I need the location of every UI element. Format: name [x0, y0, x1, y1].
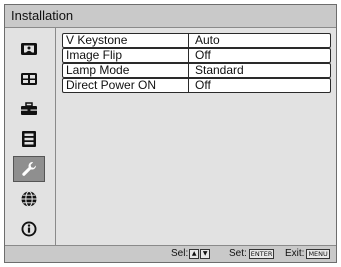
settings-panel: V Keystone Auto Image Flip Off Lamp Mode…: [56, 28, 336, 246]
setting-row-image-flip[interactable]: Image Flip Off: [62, 48, 331, 63]
sidebar-item-information[interactable]: [13, 216, 45, 242]
exit-guide: Exit: MENU: [285, 248, 330, 259]
select-label: Sel:: [171, 248, 189, 259]
category-sidebar: [5, 28, 56, 246]
screen-icon: [20, 72, 38, 86]
set-label: Set:: [229, 248, 247, 259]
setting-label: Lamp Mode: [63, 64, 189, 77]
up-arrow-icon: ▲: [189, 248, 200, 259]
wrench-icon: [20, 160, 38, 178]
exit-label: Exit:: [285, 248, 305, 259]
key-guide-bar: Sel: ▲ ▼ Set: ENTER Exit: MENU: [5, 245, 336, 262]
sidebar-item-menu[interactable]: [13, 126, 45, 152]
down-arrow-icon: ▼: [200, 248, 211, 259]
sidebar-item-screen[interactable]: [13, 66, 45, 92]
picture-icon: [20, 42, 38, 56]
setting-value: Auto: [195, 33, 220, 47]
toolbox-icon: [20, 102, 38, 116]
select-guide: Sel: ▲ ▼: [171, 248, 211, 259]
setting-value: Off: [195, 48, 211, 62]
setting-row-v-keystone[interactable]: V Keystone Auto: [62, 33, 331, 48]
globe-icon: [20, 190, 38, 208]
setting-value: Off: [195, 78, 211, 92]
info-icon: [20, 220, 38, 238]
sidebar-item-installation[interactable]: [13, 156, 45, 182]
setting-row-lamp-mode[interactable]: Lamp Mode Standard: [62, 63, 331, 78]
sidebar-item-language[interactable]: [13, 186, 45, 212]
installation-menu-window: Installation V Keystone Auto Image Flip …: [4, 4, 337, 263]
setting-label: V Keystone: [63, 34, 189, 47]
menu-key-icon: MENU: [306, 248, 330, 259]
setting-value: Standard: [195, 63, 244, 77]
sidebar-item-picture[interactable]: [13, 36, 45, 62]
menu-list-icon: [21, 130, 37, 148]
set-guide: Set: ENTER: [229, 248, 275, 259]
setting-label: Image Flip: [63, 49, 189, 62]
enter-key-icon: ENTER: [248, 248, 275, 259]
sidebar-item-setup[interactable]: [13, 96, 45, 122]
menu-title: Installation: [11, 8, 74, 23]
setting-row-direct-power-on[interactable]: Direct Power ON Off: [62, 78, 331, 93]
setting-label: Direct Power ON: [63, 79, 189, 92]
menu-header: Installation: [5, 5, 336, 28]
